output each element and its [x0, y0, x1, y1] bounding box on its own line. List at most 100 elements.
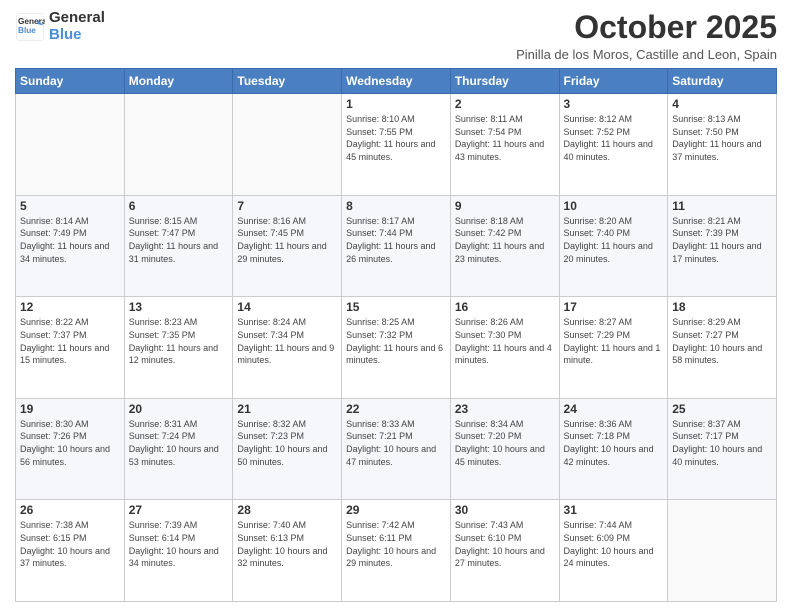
- day-info: Sunrise: 7:39 AM Sunset: 6:14 PM Dayligh…: [129, 519, 229, 569]
- calendar-header-row: SundayMondayTuesdayWednesdayThursdayFrid…: [16, 69, 777, 94]
- calendar-cell: 7Sunrise: 8:16 AM Sunset: 7:45 PM Daylig…: [233, 195, 342, 297]
- svg-text:Blue: Blue: [18, 26, 36, 35]
- day-number: 14: [237, 300, 337, 314]
- day-number: 4: [672, 97, 772, 111]
- day-info: Sunrise: 8:13 AM Sunset: 7:50 PM Dayligh…: [672, 113, 772, 163]
- day-header-tuesday: Tuesday: [233, 69, 342, 94]
- day-info: Sunrise: 8:34 AM Sunset: 7:20 PM Dayligh…: [455, 418, 555, 468]
- day-info: Sunrise: 8:30 AM Sunset: 7:26 PM Dayligh…: [20, 418, 120, 468]
- calendar-cell: 5Sunrise: 8:14 AM Sunset: 7:49 PM Daylig…: [16, 195, 125, 297]
- day-info: Sunrise: 8:33 AM Sunset: 7:21 PM Dayligh…: [346, 418, 446, 468]
- location-subtitle: Pinilla de los Moros, Castille and Leon,…: [516, 47, 777, 62]
- logo: General Blue General Blue: [15, 10, 105, 43]
- day-number: 2: [455, 97, 555, 111]
- calendar-cell: [233, 94, 342, 196]
- calendar-cell: 4 Sunrise: 8:13 AM Sunset: 7:50 PM Daylig…: [668, 94, 777, 196]
- day-number: 22: [346, 402, 446, 416]
- day-number: 12: [20, 300, 120, 314]
- day-info: Sunrise: 8:11 AM Sunset: 7:54 PM Dayligh…: [455, 113, 555, 163]
- day-info: Sunrise: 8:32 AM Sunset: 7:23 PM Dayligh…: [237, 418, 337, 468]
- calendar-cell: [16, 94, 125, 196]
- calendar-cell: 14 Sunrise: 8:24 AM Sunset: 7:34 PM Dayli…: [233, 297, 342, 399]
- calendar-cell: 12 Sunrise: 8:22 AM Sunset: 7:37 PM Dayli…: [16, 297, 125, 399]
- day-number: 24: [564, 402, 664, 416]
- day-number: 6: [129, 199, 229, 213]
- calendar-cell: 30 Sunrise: 7:43 AM Sunset: 6:10 PM Dayli…: [450, 500, 559, 602]
- day-header-monday: Monday: [124, 69, 233, 94]
- calendar-cell: 19 Sunrise: 8:30 AM Sunset: 7:26 PM Dayli…: [16, 398, 125, 500]
- day-number: 5: [20, 199, 120, 213]
- calendar-cell: 24 Sunrise: 8:36 AM Sunset: 7:18 PM Dayli…: [559, 398, 668, 500]
- calendar-cell: 13 Sunrise: 8:23 AM Sunset: 7:35 PM Dayli…: [124, 297, 233, 399]
- day-info: Sunrise: 8:24 AM Sunset: 7:34 PM Dayligh…: [237, 316, 337, 366]
- day-number: 19: [20, 402, 120, 416]
- calendar-cell: 3 Sunrise: 8:12 AM Sunset: 7:52 PM Daylig…: [559, 94, 668, 196]
- day-info: Sunrise: 7:44 AM Sunset: 6:09 PM Dayligh…: [564, 519, 664, 569]
- calendar-cell: 31 Sunrise: 7:44 AM Sunset: 6:09 PM Dayli…: [559, 500, 668, 602]
- page: General Blue General Blue October 2025 P…: [0, 0, 792, 612]
- calendar-cell: 8 Sunrise: 8:17 AM Sunset: 7:44 PM Daylig…: [342, 195, 451, 297]
- day-info: Sunrise: 8:18 AM Sunset: 7:42 PM Dayligh…: [455, 215, 555, 265]
- day-header-thursday: Thursday: [450, 69, 559, 94]
- day-number: 31: [564, 503, 664, 517]
- day-number: 18: [672, 300, 772, 314]
- calendar-cell: 6 Sunrise: 8:15 AM Sunset: 7:47 PM Daylig…: [124, 195, 233, 297]
- day-number: 1: [346, 97, 446, 111]
- day-number: 30: [455, 503, 555, 517]
- calendar-cell: 2 Sunrise: 8:11 AM Sunset: 7:54 PM Daylig…: [450, 94, 559, 196]
- calendar-cell: 27Sunrise: 7:39 AM Sunset: 6:14 PM Dayli…: [124, 500, 233, 602]
- day-header-saturday: Saturday: [668, 69, 777, 94]
- day-info: Sunrise: 7:38 AM Sunset: 6:15 PM Dayligh…: [20, 519, 120, 569]
- day-number: 10: [564, 199, 664, 213]
- day-number: 17: [564, 300, 664, 314]
- calendar-cell: 17 Sunrise: 8:27 AM Sunset: 7:29 PM Dayli…: [559, 297, 668, 399]
- week-row-2: 5Sunrise: 8:14 AM Sunset: 7:49 PM Daylig…: [16, 195, 777, 297]
- day-info: Sunrise: 8:29 AM Sunset: 7:27 PM Dayligh…: [672, 316, 772, 366]
- day-info: Sunrise: 7:42 AM Sunset: 6:11 PM Dayligh…: [346, 519, 446, 569]
- calendar-cell: [668, 500, 777, 602]
- day-info: Sunrise: 8:22 AM Sunset: 7:37 PM Dayligh…: [20, 316, 120, 366]
- day-info: Sunrise: 8:15 AM Sunset: 7:47 PM Dayligh…: [129, 215, 229, 265]
- calendar-cell: 16Sunrise: 8:26 AM Sunset: 7:30 PM Dayli…: [450, 297, 559, 399]
- day-header-friday: Friday: [559, 69, 668, 94]
- day-info: Sunrise: 8:23 AM Sunset: 7:35 PM Dayligh…: [129, 316, 229, 366]
- week-row-5: 26 Sunrise: 7:38 AM Sunset: 6:15 PM Dayli…: [16, 500, 777, 602]
- calendar-cell: 28 Sunrise: 7:40 AM Sunset: 6:13 PM Dayli…: [233, 500, 342, 602]
- day-info: Sunrise: 8:17 AM Sunset: 7:44 PM Dayligh…: [346, 215, 446, 265]
- header: General Blue General Blue October 2025 P…: [15, 10, 777, 62]
- day-info: Sunrise: 7:43 AM Sunset: 6:10 PM Dayligh…: [455, 519, 555, 569]
- calendar-cell: 21 Sunrise: 8:32 AM Sunset: 7:23 PM Dayli…: [233, 398, 342, 500]
- calendar-cell: 25 Sunrise: 8:37 AM Sunset: 7:17 PM Dayli…: [668, 398, 777, 500]
- calendar-cell: [124, 94, 233, 196]
- day-number: 16: [455, 300, 555, 314]
- day-info: Sunrise: 8:12 AM Sunset: 7:52 PM Dayligh…: [564, 113, 664, 163]
- day-info: Sunrise: 8:16 AM Sunset: 7:45 PM Dayligh…: [237, 215, 337, 265]
- day-info: Sunrise: 8:25 AM Sunset: 7:32 PM Dayligh…: [346, 316, 446, 366]
- day-number: 15: [346, 300, 446, 314]
- day-number: 26: [20, 503, 120, 517]
- day-info: Sunrise: 8:36 AM Sunset: 7:18 PM Dayligh…: [564, 418, 664, 468]
- day-info: Sunrise: 8:10 AM Sunset: 7:55 PM Dayligh…: [346, 113, 446, 163]
- week-row-3: 12 Sunrise: 8:22 AM Sunset: 7:37 PM Dayli…: [16, 297, 777, 399]
- calendar-body: 1 Sunrise: 8:10 AM Sunset: 7:55 PM Daylig…: [16, 94, 777, 602]
- day-number: 9: [455, 199, 555, 213]
- day-number: 3: [564, 97, 664, 111]
- day-info: Sunrise: 8:37 AM Sunset: 7:17 PM Dayligh…: [672, 418, 772, 468]
- day-number: 8: [346, 199, 446, 213]
- day-number: 21: [237, 402, 337, 416]
- day-number: 29: [346, 503, 446, 517]
- day-number: 13: [129, 300, 229, 314]
- calendar-cell: 18 Sunrise: 8:29 AM Sunset: 7:27 PM Dayli…: [668, 297, 777, 399]
- calendar-cell: 9 Sunrise: 8:18 AM Sunset: 7:42 PM Daylig…: [450, 195, 559, 297]
- calendar-cell: 10Sunrise: 8:20 AM Sunset: 7:40 PM Dayli…: [559, 195, 668, 297]
- month-title: October 2025: [516, 10, 777, 45]
- day-header-sunday: Sunday: [16, 69, 125, 94]
- calendar-cell: 20Sunrise: 8:31 AM Sunset: 7:24 PM Dayli…: [124, 398, 233, 500]
- calendar-cell: 22 Sunrise: 8:33 AM Sunset: 7:21 PM Dayli…: [342, 398, 451, 500]
- day-number: 25: [672, 402, 772, 416]
- day-number: 28: [237, 503, 337, 517]
- day-info: Sunrise: 7:40 AM Sunset: 6:13 PM Dayligh…: [237, 519, 337, 569]
- day-info: Sunrise: 8:31 AM Sunset: 7:24 PM Dayligh…: [129, 418, 229, 468]
- calendar-table: SundayMondayTuesdayWednesdayThursdayFrid…: [15, 68, 777, 602]
- day-info: Sunrise: 8:27 AM Sunset: 7:29 PM Dayligh…: [564, 316, 664, 366]
